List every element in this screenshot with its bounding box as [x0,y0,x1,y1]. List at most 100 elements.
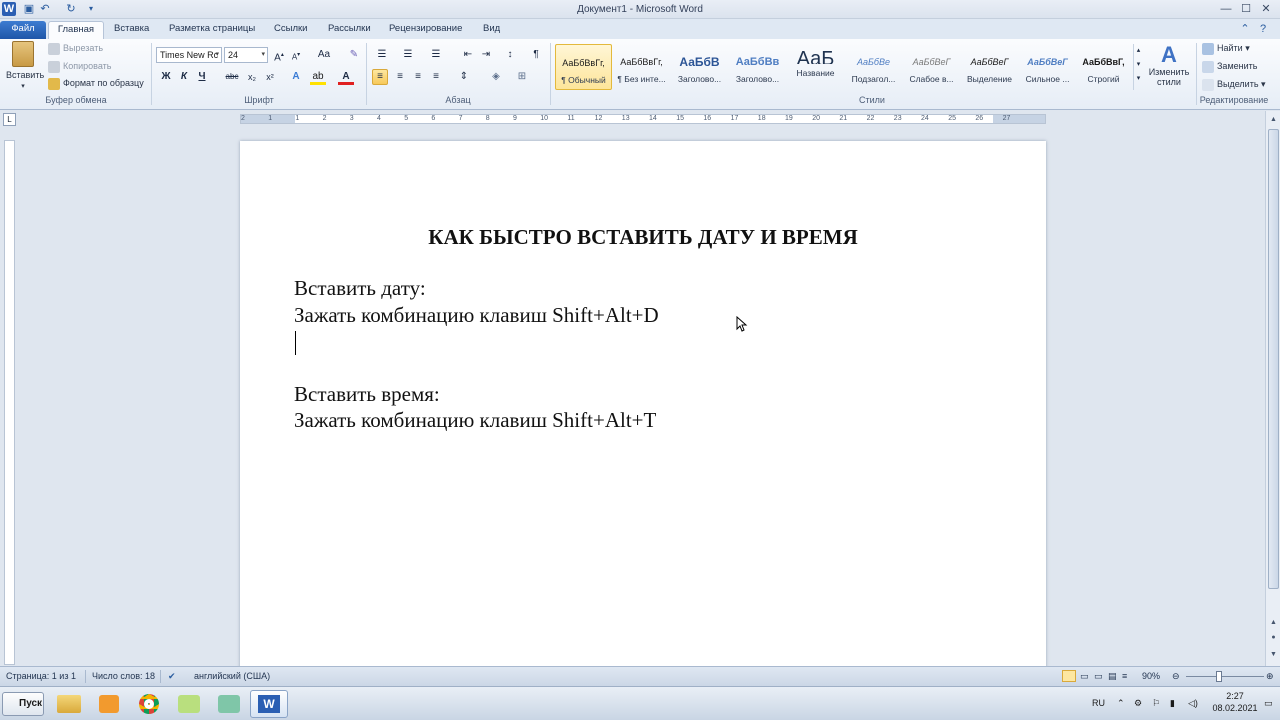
explorer-taskbar-icon[interactable] [50,690,88,718]
select-button[interactable]: Выделить ▾ [1202,78,1266,91]
decrease-indent-icon[interactable]: ⇤ [460,47,476,63]
minimize-button[interactable]: — [1216,2,1236,16]
word-taskbar-icon[interactable]: W [250,690,288,718]
scroll-up-icon[interactable]: ▲ [1267,113,1280,126]
tab-page-layout[interactable]: Разметка страницы [161,21,263,39]
bullets-icon[interactable]: ☰ [374,47,390,63]
volume-icon[interactable]: ◁) [1188,697,1198,709]
change-styles-button[interactable]: A Изменить стили [1145,43,1193,88]
tab-file[interactable]: Файл [0,21,46,39]
underline-button[interactable]: Ч [194,69,210,85]
zoom-slider[interactable] [1186,676,1264,677]
show-formatting-icon[interactable]: ¶ [528,47,544,63]
clock[interactable]: 2:27 08.02.2021 [1210,690,1260,714]
show-desktop-icon[interactable]: ▭ [1264,697,1273,709]
tab-insert[interactable]: Вставка [106,21,157,39]
tab-mailings[interactable]: Рассылки [320,21,379,39]
scroll-up-page-icon[interactable]: ▲ [1267,616,1280,629]
tab-selector[interactable]: L [3,113,16,126]
help-icon[interactable]: ? [1256,22,1270,36]
document-page[interactable]: КАК БЫСТРО ВСТАВИТЬ ДАТУ И ВРЕМЯ Вставит… [240,141,1046,671]
copy-button[interactable]: Копировать [48,60,111,73]
style-normal[interactable]: АаБбВвГг, ¶ Обычный [555,44,612,90]
close-button[interactable]: ✕ [1256,2,1276,16]
style-intense-emphasis[interactable]: АаБбВеГ Сильное ... [1019,44,1076,90]
doc-line-insert-date[interactable]: Вставить дату: [294,276,426,301]
sort-icon[interactable]: ↕ [502,47,518,63]
multilevel-list-icon[interactable]: ☰ [428,47,444,63]
folder-taskbar-icon[interactable] [170,690,208,718]
cut-button[interactable]: Вырезать [48,42,103,55]
zoom-in-icon[interactable]: ⊕ [1266,671,1274,682]
numbering-icon[interactable]: ☰ [400,47,416,63]
doc-line-time-shortcut[interactable]: Зажать комбинацию клавиш Shift+Alt+T [294,408,656,433]
select-browse-object-icon[interactable]: ● [1267,631,1280,644]
strikethrough-button[interactable]: abc [222,69,242,85]
app-taskbar-icon[interactable] [210,690,248,718]
justify-button[interactable]: ≡ [428,69,444,85]
horizontal-ruler[interactable]: 2 1 1 2 3 4 5 6 7 8 9 10 11 12 13 14 15 16 17 18 19 20 21 22 23 2… [240,114,1046,124]
zoom-out-icon[interactable]: ⊖ [1172,671,1180,682]
clear-formatting-icon[interactable]: ✎ [346,47,362,63]
tab-references[interactable]: Ссылки [266,21,315,39]
zoom-level[interactable]: 90% [1142,671,1160,681]
tab-view[interactable]: Вид [475,21,508,39]
proofing-icon[interactable]: ✔ [168,671,176,682]
bold-button[interactable]: Ж [158,69,174,85]
style-no-spacing[interactable]: АаБбВвГг, ¶ Без инте... [613,44,670,90]
line-spacing-icon[interactable]: ⇕ [456,69,472,85]
doc-line-date-shortcut[interactable]: Зажать комбинацию клавиш Shift+Alt+D [294,303,659,328]
language-indicator[interactable]: RU [1092,697,1105,709]
network-icon[interactable]: ▮ [1170,697,1175,709]
font-color-icon[interactable]: A [338,69,354,85]
replace-button[interactable]: Заменить [1202,60,1257,73]
increase-indent-icon[interactable]: ⇥ [478,47,494,63]
style-heading-2[interactable]: АаБбВв Заголово... [729,44,786,90]
text-effects-icon[interactable]: A [288,69,304,85]
find-button[interactable]: Найти ▾ [1202,42,1250,55]
italic-button[interactable]: К [176,69,192,85]
web-layout-view-icon[interactable]: ▭ [1094,671,1103,682]
maximize-button[interactable]: ☐ [1236,2,1256,16]
document-heading[interactable]: КАК БЫСТРО ВСТАВИТЬ ДАТУ И ВРЕМЯ [240,225,1046,250]
vertical-scrollbar[interactable]: ▲ ▲ ● ▼ [1265,111,1280,666]
minimize-ribbon-icon[interactable]: ⌃ [1238,22,1252,36]
show-hidden-icons-icon[interactable]: ⌃ [1117,697,1125,709]
page-count[interactable]: Страница: 1 из 1 [6,671,76,681]
doc-line-insert-time[interactable]: Вставить время: [294,382,440,407]
tab-review[interactable]: Рецензирование [381,21,470,39]
full-screen-view-icon[interactable]: ▭ [1080,671,1089,682]
paste-button[interactable]: Вставить ▾ [6,41,44,93]
language-indicator[interactable]: английский (США) [194,671,270,681]
styles-scroll-icon[interactable]: ▴ ▾ ▾ [1133,44,1143,90]
align-left-button[interactable]: ≡ [372,69,388,85]
tab-home[interactable]: Главная [48,21,104,39]
style-heading-1[interactable]: АаБбВ Заголово... [671,44,728,90]
style-title[interactable]: АаБ Название [787,44,844,90]
start-button[interactable]: Пуск [2,692,44,716]
style-subtle-emphasis[interactable]: АаБбВеГ Слабое в... [903,44,960,90]
highlight-color-icon[interactable]: ab [310,69,326,85]
font-size-select[interactable]: 24 ▾ [224,47,268,63]
print-layout-view-icon[interactable] [1062,670,1076,682]
grow-font-button[interactable]: A▴ [271,47,287,63]
draft-view-icon[interactable]: ≡ [1122,671,1127,681]
style-emphasis[interactable]: АаБбВеГ Выделение [961,44,1018,90]
style-subtitle[interactable]: АаБбВе Подзагол... [845,44,902,90]
scroll-thumb[interactable] [1268,129,1279,589]
tray-icon[interactable]: ⚐ [1152,697,1160,709]
borders-icon[interactable]: ⊞ [514,69,530,85]
tray-icon[interactable]: ⚙ [1134,697,1142,709]
align-center-button[interactable]: ≡ [392,69,408,85]
outline-view-icon[interactable]: ▤ [1108,671,1117,682]
superscript-button[interactable]: x² [262,69,278,85]
shading-icon[interactable]: ◈ [488,69,504,85]
font-name-select[interactable]: Times New Rc ▾ [156,47,222,63]
style-strong[interactable]: АаБбВвГ, Строгий [1075,44,1132,90]
subscript-button[interactable]: x₂ [244,69,260,85]
chrome-taskbar-icon[interactable] [130,690,168,718]
shrink-font-button[interactable]: A▾ [288,47,304,63]
change-case-button[interactable]: Aa [314,47,334,63]
scroll-down-page-icon[interactable]: ▼ [1267,648,1280,661]
align-right-button[interactable]: ≡ [410,69,426,85]
